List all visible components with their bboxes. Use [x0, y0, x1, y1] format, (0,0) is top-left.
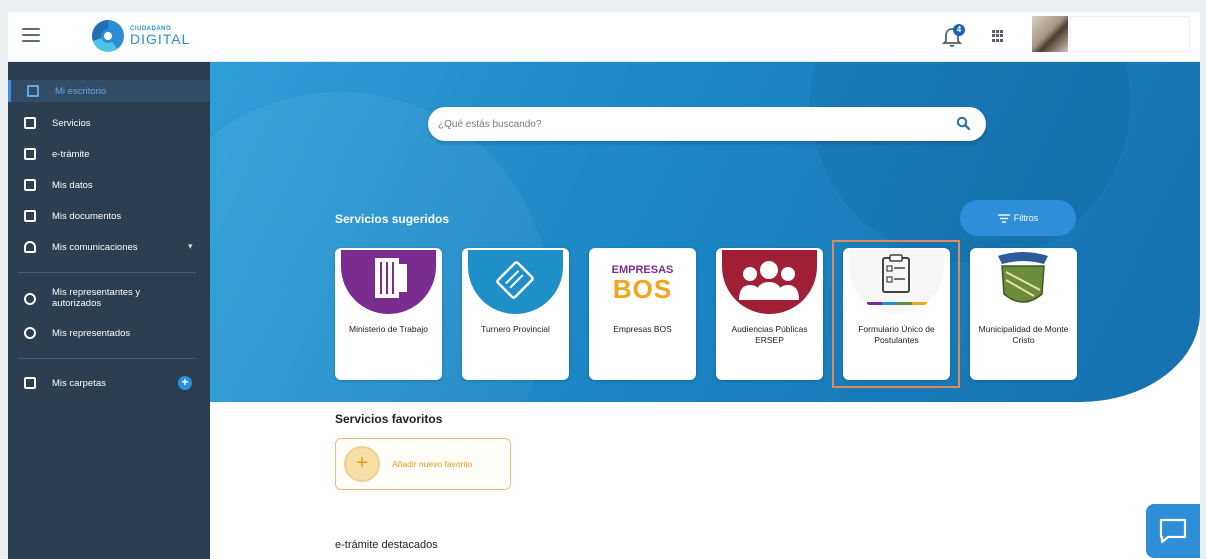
id-card-icon — [24, 179, 36, 191]
sidebar-item-mis-datos[interactable]: Mis datos — [8, 174, 210, 196]
service-card-name: Empresas BOS — [613, 324, 672, 334]
app-frame: CIUDADANO DIGITAL 4 Mi escritorio Servic… — [8, 12, 1200, 559]
monte-cristo-crest-icon — [976, 250, 1071, 314]
service-card-name: Audiencias Públicas ERSEP — [731, 324, 808, 345]
filters-label: Filtros — [1013, 213, 1039, 223]
home-icon — [27, 85, 39, 97]
suggested-services-title: Servicios sugeridos — [335, 212, 450, 226]
audience-people-icon — [722, 250, 817, 314]
sidebar-item-mis-carpetas[interactable]: Mis carpetas + — [8, 372, 210, 394]
sidebar-item-mi-escritorio[interactable]: Mi escritorio — [8, 80, 210, 102]
service-card-name: Turnero Provincial — [481, 324, 550, 334]
folder-icon — [24, 148, 36, 160]
card-highlight-frame — [832, 240, 960, 388]
service-card-turnero-provincial[interactable]: Turnero Provincial — [462, 248, 569, 380]
service-card-name: Ministerio de Trabajo — [349, 324, 428, 334]
sidebar-divider — [18, 272, 196, 273]
plus-icon: + — [344, 446, 380, 482]
notifications-bell-icon[interactable]: 4 — [941, 24, 966, 50]
sidebar-item-e-tramite[interactable]: e-trámite — [8, 143, 210, 165]
favorite-services-title: Servicios favoritos — [335, 412, 443, 426]
sidebar: Mi escritorio Servicios e-trámite Mis da… — [8, 62, 210, 559]
add-favorite-label: Añadir nuevo favorito — [392, 459, 473, 469]
user-avatar[interactable] — [1032, 16, 1068, 52]
chevron-down-icon: ▾ — [188, 241, 193, 251]
add-favorite-button[interactable]: + Añadir nuevo favorito — [335, 438, 511, 490]
sidebar-item-mis-comunicaciones[interactable]: Mis comunicaciones ▾ — [8, 236, 210, 258]
logo-big-text: DIGITAL — [130, 31, 191, 47]
sidebar-item-mis-documentos[interactable]: Mis documentos — [8, 205, 210, 227]
chat-button[interactable] — [1146, 504, 1200, 558]
main-content: Servicios sugeridos Filtros Ministerio — [210, 62, 1200, 559]
add-folder-icon[interactable]: + — [178, 376, 192, 390]
service-card-name: Municipalidad de Monte Cristo — [978, 324, 1069, 345]
service-card-ministerio-de-trabajo[interactable]: Ministerio de Trabajo — [335, 248, 442, 380]
logo-mark-icon — [92, 20, 124, 52]
featured-etramite-title: e-trámite destacados — [335, 539, 438, 551]
sidebar-item-mis-representados[interactable]: Mis representados — [8, 322, 210, 344]
folder-icon — [24, 377, 36, 389]
sidebar-item-servicios[interactable]: Servicios — [8, 112, 210, 134]
search-bar[interactable] — [428, 107, 986, 141]
service-card-empresas-bos[interactable]: EMPRESAS BOS Empresas BOS — [589, 248, 696, 380]
bell-icon — [24, 241, 36, 253]
documents-icon — [24, 210, 36, 222]
ticket-icon — [468, 250, 563, 314]
notification-badge: 4 — [953, 24, 965, 36]
search-icon[interactable] — [956, 116, 970, 130]
filter-icon — [997, 213, 1010, 223]
user-name-box[interactable] — [1070, 16, 1190, 52]
apps-grid-icon[interactable] — [992, 30, 1004, 42]
sidebar-item-mis-representantes[interactable]: Mis representantes y autorizados — [8, 284, 210, 314]
service-card-audiencias-publicas[interactable]: Audiencias Públicas ERSEP — [716, 248, 823, 380]
filters-button[interactable]: Filtros — [960, 200, 1076, 236]
services-icon — [24, 117, 36, 129]
service-card-municipalidad-monte-cristo[interactable]: Municipalidad de Monte Cristo — [970, 248, 1077, 380]
chat-bubble-icon — [1159, 518, 1187, 544]
sidebar-divider-2 — [18, 358, 196, 359]
menu-icon[interactable] — [22, 28, 40, 42]
people-icon — [24, 293, 36, 305]
top-bar: CIUDADANO DIGITAL 4 — [8, 12, 1200, 62]
ministerio-de-trabajo-icon — [341, 250, 436, 314]
person-share-icon — [24, 327, 36, 339]
search-input[interactable] — [438, 115, 938, 133]
empresas-bos-logo: EMPRESAS BOS — [595, 250, 690, 314]
ciudadano-digital-logo[interactable]: CIUDADANO DIGITAL — [92, 20, 190, 52]
